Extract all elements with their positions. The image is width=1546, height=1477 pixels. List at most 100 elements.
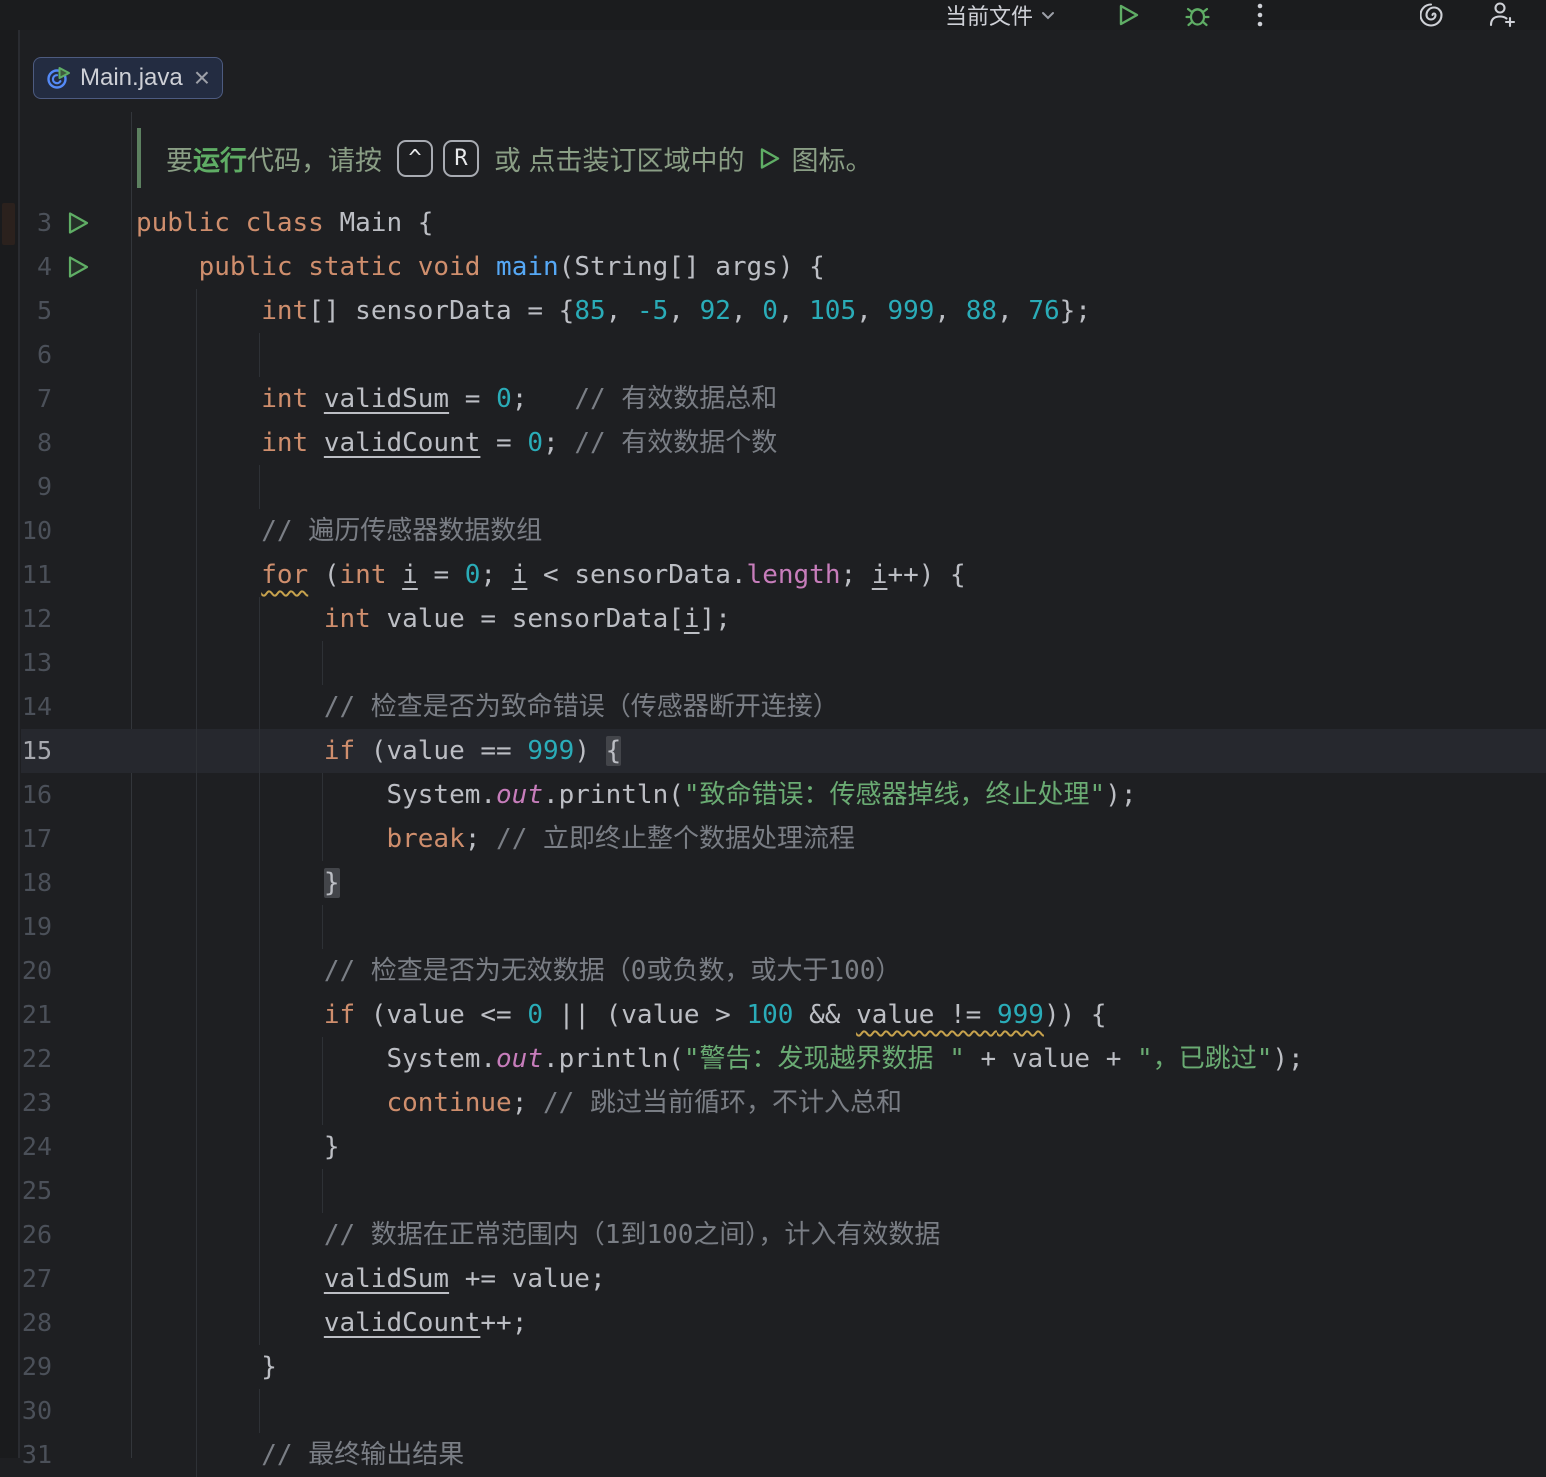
indent-guide xyxy=(196,333,197,377)
code-line: 18 } xyxy=(21,861,1546,905)
more-actions-button[interactable] xyxy=(1256,0,1264,30)
line-number[interactable]: 11 xyxy=(21,553,52,597)
gutter-run-icon[interactable] xyxy=(65,210,91,236)
debug-icon xyxy=(1184,2,1211,29)
code-editor[interactable]: 要运行代码，请按 ^ R 或 点击装订区域中的 图标。 3public clas… xyxy=(21,112,1546,1458)
code-line: 30 xyxy=(21,1389,1546,1433)
code-text: continue; // 跳过当前循环，不计入总和 xyxy=(136,1081,902,1125)
ai-assistant-icon xyxy=(1420,1,1448,29)
code-line: 13 xyxy=(21,641,1546,685)
line-number[interactable]: 24 xyxy=(21,1125,52,1169)
code-text: if (value == 999) { xyxy=(136,729,621,773)
run-button[interactable] xyxy=(1115,0,1141,30)
close-icon[interactable]: × xyxy=(194,68,210,88)
code-line: 31 // 最终输出结果 xyxy=(21,1433,1546,1477)
line-number[interactable]: 20 xyxy=(21,949,52,993)
line-number[interactable]: 21 xyxy=(21,993,52,1037)
line-number[interactable]: 23 xyxy=(21,1081,52,1125)
code-text: public static void main(String[] args) { xyxy=(136,245,825,289)
line-number[interactable]: 4 xyxy=(21,245,52,289)
code-line: 8 int validCount = 0; // 有效数据个数 xyxy=(21,421,1546,465)
tab-title: Main.java xyxy=(80,64,183,92)
code-with-me-button[interactable] xyxy=(1487,0,1517,30)
stripe-separator xyxy=(18,30,20,1458)
code-text: // 检查是否为无效数据（0或负数，或大于100） xyxy=(136,949,901,993)
code-line: 15 if (value == 999) { xyxy=(21,729,1546,773)
indent-guide xyxy=(196,1169,197,1213)
line-number[interactable]: 14 xyxy=(21,685,52,729)
code-text: } xyxy=(136,1345,277,1389)
banner-text-mid: 代码，请按 xyxy=(247,139,382,178)
code-line: 22 System.out.println("警告：发现越界数据 " + val… xyxy=(21,1037,1546,1081)
line-number[interactable]: 17 xyxy=(21,817,52,861)
line-number[interactable]: 6 xyxy=(21,333,52,377)
line-number[interactable]: 27 xyxy=(21,1257,52,1301)
line-number[interactable]: 19 xyxy=(21,905,52,949)
line-number[interactable]: 16 xyxy=(21,773,52,817)
code-line: 23 continue; // 跳过当前循环，不计入总和 xyxy=(21,1081,1546,1125)
indent-guide xyxy=(196,905,197,949)
code-text: } xyxy=(136,1125,340,1169)
line-number[interactable]: 12 xyxy=(21,597,52,641)
line-number[interactable]: 3 xyxy=(21,201,52,245)
line-number[interactable]: 30 xyxy=(21,1389,52,1433)
code-text: break; // 立即终止整个数据处理流程 xyxy=(136,817,855,861)
line-number[interactable]: 18 xyxy=(21,861,52,905)
gutter-run-icon[interactable] xyxy=(65,254,91,280)
code-text: System.out.println("致命错误：传感器掉线，终止处理"); xyxy=(136,773,1137,817)
code-text: int[] sensorData = {85, -5, 92, 0, 105, … xyxy=(136,289,1091,333)
code-text: for (int i = 0; i < sensorData.length; i… xyxy=(136,553,966,597)
code-text: int value = sensorData[i]; xyxy=(136,597,731,641)
indent-guide xyxy=(196,465,197,509)
line-number[interactable]: 28 xyxy=(21,1301,52,1345)
run-gutter-icon xyxy=(755,145,782,172)
line-number[interactable]: 9 xyxy=(21,465,52,509)
line-number[interactable]: 25 xyxy=(21,1169,52,1213)
chevron-down-icon xyxy=(1039,6,1057,24)
banner-text-suffix: 图标。 xyxy=(792,139,873,178)
indent-guide xyxy=(259,1169,260,1213)
line-number[interactable]: 15 xyxy=(21,729,52,773)
code-line: 7 int validSum = 0; // 有效数据总和 xyxy=(21,377,1546,421)
code-text: int validSum = 0; // 有效数据总和 xyxy=(136,377,777,421)
code-with-me-icon xyxy=(1487,1,1517,29)
indent-guide xyxy=(322,905,323,949)
code-line: 11 for (int i = 0; i < sensorData.length… xyxy=(21,553,1546,597)
code-text: if (value <= 0 || (value > 100 && value … xyxy=(136,993,1107,1037)
code-text: validSum += value; xyxy=(136,1257,606,1301)
run-hint-banner: 要运行代码，请按 ^ R 或 点击装订区域中的 图标。 xyxy=(137,128,873,188)
editor-tab-main-java[interactable]: Main.java × xyxy=(33,57,223,99)
line-number[interactable]: 31 xyxy=(21,1433,52,1477)
ai-assistant-button[interactable] xyxy=(1420,0,1448,30)
run-configuration-label: 当前文件 xyxy=(945,0,1033,31)
run-configuration-selector[interactable]: 当前文件 xyxy=(945,0,1057,30)
line-number[interactable]: 26 xyxy=(21,1213,52,1257)
code-text: validCount++; xyxy=(136,1301,527,1345)
keycap-control: ^ xyxy=(397,140,433,177)
run-icon xyxy=(1115,2,1141,28)
line-number[interactable]: 29 xyxy=(21,1345,52,1389)
line-number[interactable]: 13 xyxy=(21,641,52,685)
code-line: 4 public static void main(String[] args)… xyxy=(21,245,1546,289)
indent-guide xyxy=(259,1389,260,1433)
code-line: 12 int value = sensorData[i]; xyxy=(21,597,1546,641)
code-line: 21 if (value <= 0 || (value > 100 && val… xyxy=(21,993,1546,1037)
stripe-marker xyxy=(2,203,15,245)
indent-guide xyxy=(259,905,260,949)
runnable-class-icon xyxy=(46,66,71,91)
line-number[interactable]: 10 xyxy=(21,509,52,553)
line-number[interactable]: 8 xyxy=(21,421,52,465)
indent-guide xyxy=(259,333,260,377)
code-text: int validCount = 0; // 有效数据个数 xyxy=(136,421,777,465)
line-number[interactable]: 7 xyxy=(21,377,52,421)
debug-button[interactable] xyxy=(1184,0,1211,30)
line-number[interactable]: 22 xyxy=(21,1037,52,1081)
banner-text-strong: 运行 xyxy=(193,139,247,178)
code-line: 29 } xyxy=(21,1345,1546,1389)
indent-guide xyxy=(322,1169,323,1213)
line-number[interactable]: 5 xyxy=(21,289,52,333)
code-text: // 检查是否为致命错误（传感器断开连接） xyxy=(136,685,839,729)
code-line: 28 validCount++; xyxy=(21,1301,1546,1345)
code-line: 5 int[] sensorData = {85, -5, 92, 0, 105… xyxy=(21,289,1546,333)
banner-accent-bar xyxy=(137,128,141,188)
